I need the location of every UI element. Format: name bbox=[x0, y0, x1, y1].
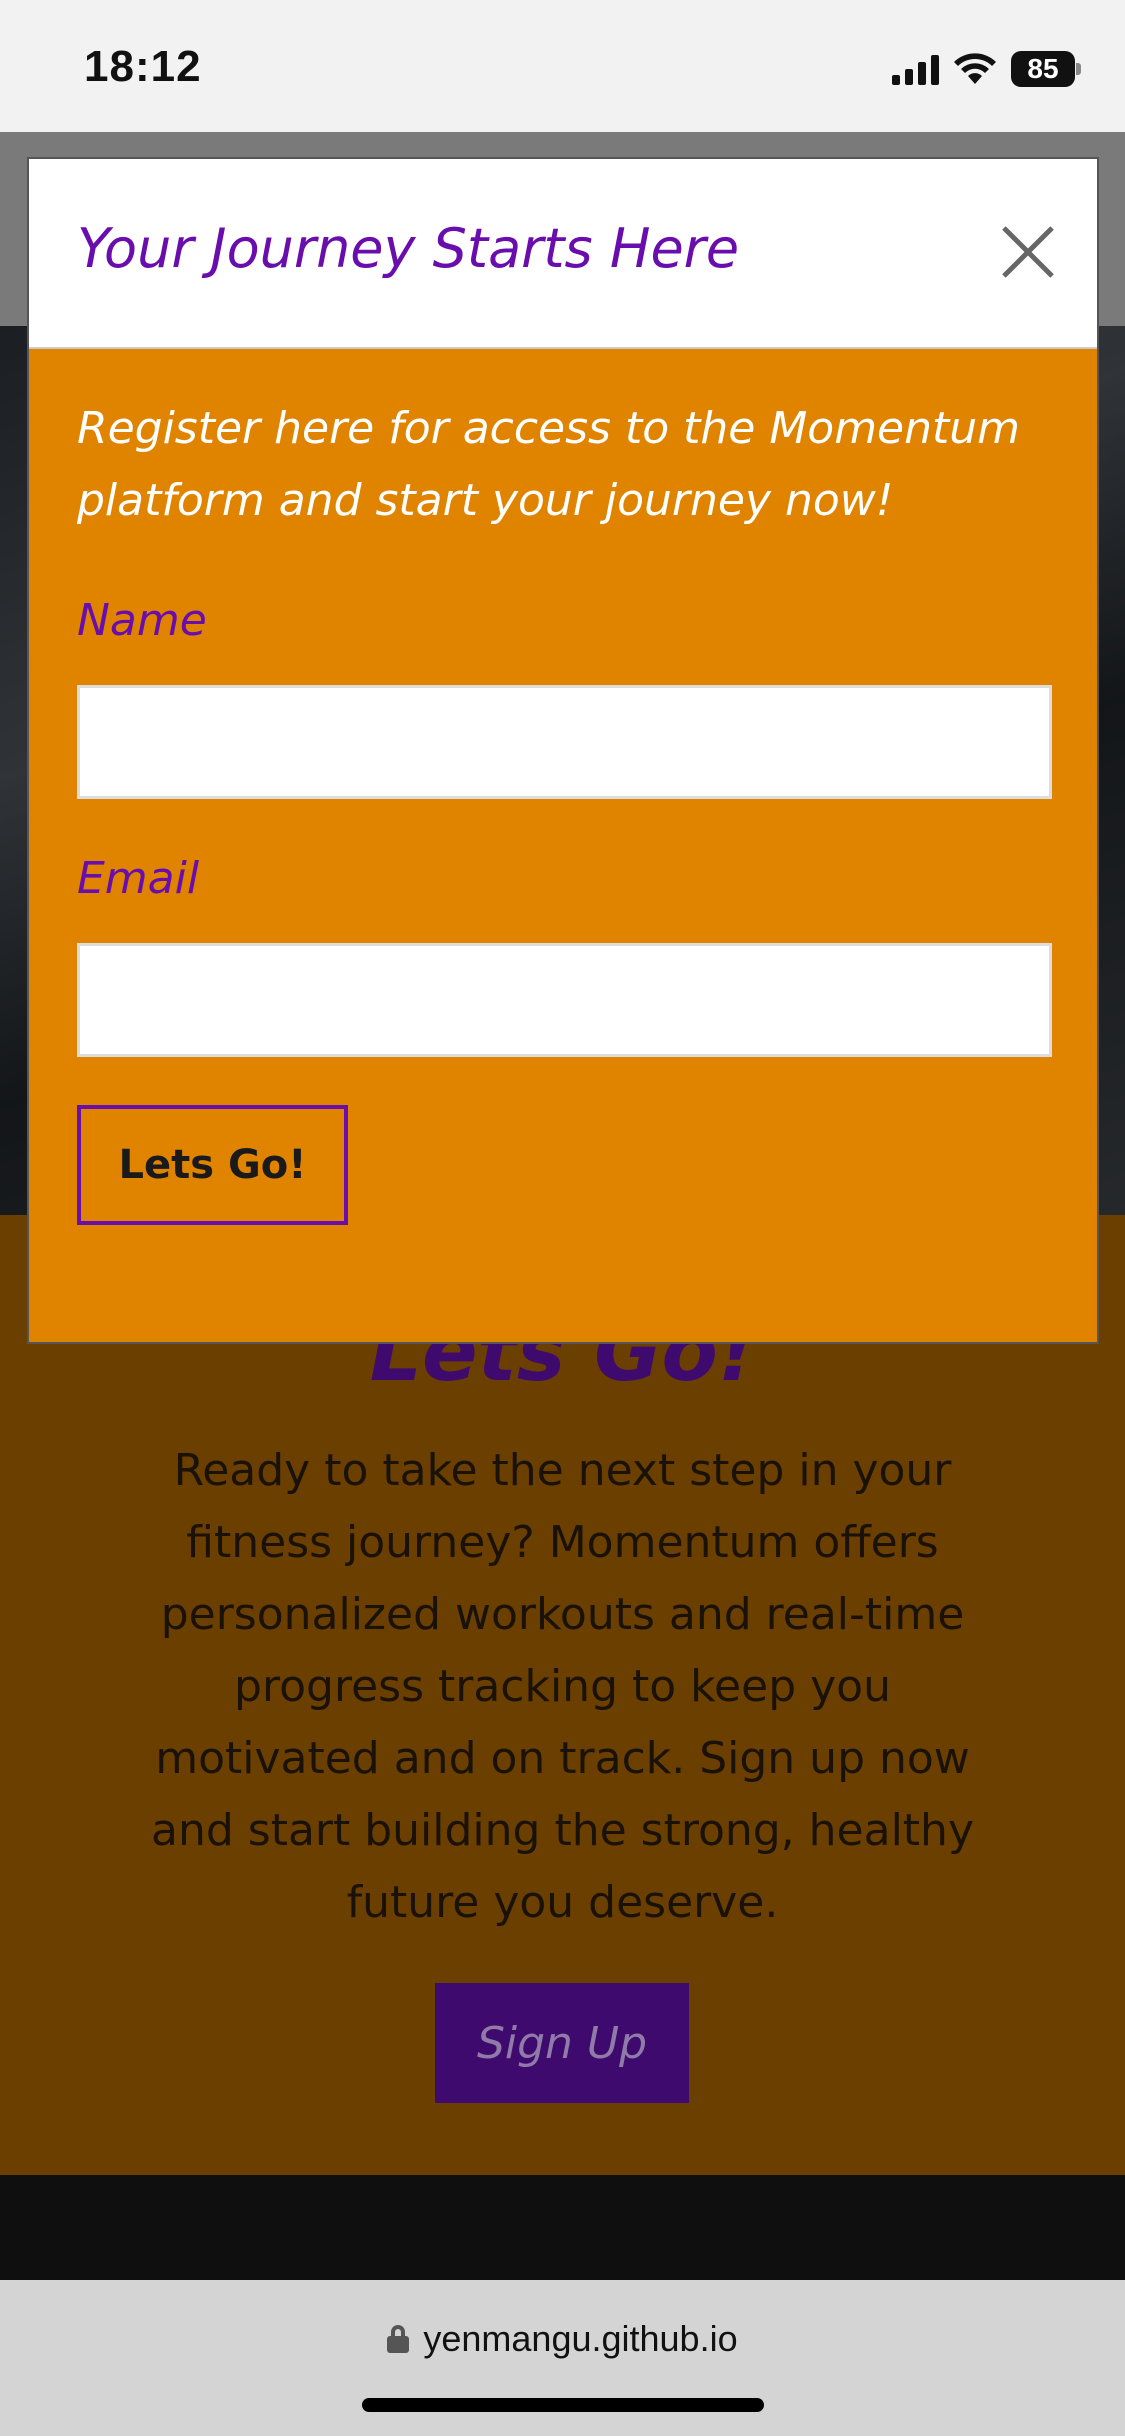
signal-icon bbox=[892, 53, 939, 85]
status-time: 18:12 bbox=[84, 42, 202, 91]
url-text: yenmangu.github.io bbox=[423, 2318, 738, 2359]
cta-text: Ready to take the next step in your fitn… bbox=[151, 1445, 974, 1928]
home-indicator[interactable] bbox=[362, 2398, 764, 2412]
name-input[interactable] bbox=[77, 685, 1052, 799]
modal-header: Your Journey Starts Here bbox=[29, 159, 1097, 349]
email-label: Email bbox=[77, 853, 200, 904]
status-icons: 85 bbox=[892, 48, 1081, 90]
submit-button[interactable]: Lets Go! bbox=[77, 1105, 348, 1225]
registration-modal: Your Journey Starts Here Register here f… bbox=[27, 157, 1099, 1344]
browser-bar: yenmangu.github.io bbox=[0, 2280, 1125, 2436]
name-label: Name bbox=[77, 595, 207, 646]
modal-title: Your Journey Starts Here bbox=[77, 217, 740, 280]
modal-intro: Register here for access to the Momentum… bbox=[77, 403, 1021, 526]
lock-icon bbox=[387, 2325, 410, 2353]
battery-icon: 85 bbox=[1011, 51, 1081, 87]
signup-button[interactable]: Sign Up bbox=[435, 1983, 689, 2103]
cta-section: Lets Go! Ready to take the next step in … bbox=[0, 1215, 1125, 2175]
footer bbox=[0, 2175, 1125, 2280]
battery-level: 85 bbox=[1027, 53, 1059, 84]
wifi-icon bbox=[954, 53, 996, 84]
close-icon[interactable] bbox=[1001, 225, 1055, 279]
email-input[interactable] bbox=[77, 943, 1052, 1057]
address-bar[interactable]: yenmangu.github.io bbox=[0, 2318, 1125, 2360]
status-bar: 18:12 85 bbox=[0, 0, 1125, 132]
